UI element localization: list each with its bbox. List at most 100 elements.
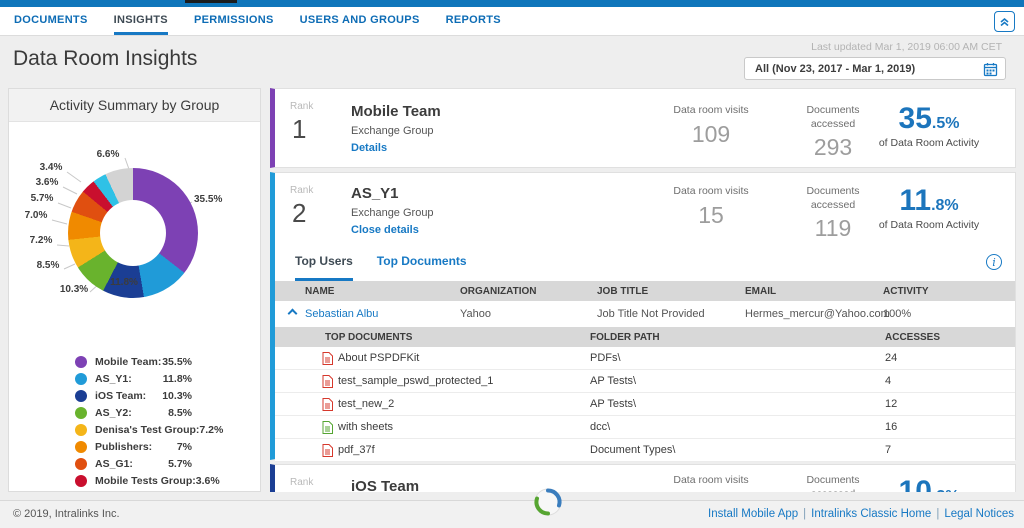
doc-accesses: 7 <box>885 444 1015 456</box>
doc-name[interactable]: test_sample_pswd_protected_1 <box>338 375 493 387</box>
user-email: Hermes_mercur@Yahoo.com <box>745 308 883 320</box>
doc-accesses: 24 <box>885 352 1015 364</box>
legend-item: T Group:3.4% <box>9 489 260 492</box>
legend-item: AS_Y2:8.5% <box>9 404 260 421</box>
collapse-panel-button[interactable] <box>994 11 1015 32</box>
last-updated-text: Last updated Mar 1, 2019 06:00 AM CET <box>811 41 1002 53</box>
doc-folder-path: AP Tests\ <box>590 375 885 387</box>
group-card-as-y1: Rank 2 AS_Y1 Exchange Group Close detail… <box>270 172 1016 460</box>
donut-hole <box>100 200 166 266</box>
footer-links: Install Mobile App|Intralinks Classic Ho… <box>708 501 1014 528</box>
doc-row: test_sample_pswd_protected_1 AP Tests\ 4 <box>275 370 1015 393</box>
activity-percent-caption: of Data Room Activity <box>869 219 989 231</box>
pdf-file-icon <box>322 398 333 411</box>
rank-label: Rank <box>290 477 313 488</box>
rank-number: 2 <box>292 198 306 229</box>
nav-tab-permissions[interactable]: PERMISSIONS <box>194 7 274 35</box>
legend-item: Publishers:7% <box>9 438 260 455</box>
activity-percent: 10.3% <box>869 475 989 492</box>
legend-swatch <box>75 424 87 436</box>
details-link[interactable]: Details <box>351 142 441 154</box>
footer-link-install-mobile-app[interactable]: Install Mobile App <box>708 508 798 520</box>
accessed-label: Documents accessed <box>785 104 881 131</box>
footer: © 2019, Intralinks Inc. Install Mobile A… <box>0 500 1024 528</box>
legend-item: AS_G1:5.7% <box>9 455 260 472</box>
doc-name[interactable]: with sheets <box>338 421 393 433</box>
info-icon[interactable]: i <box>986 254 1002 270</box>
nav-tab-reports[interactable]: REPORTS <box>446 7 501 35</box>
slice-label: 3.4% <box>33 162 69 173</box>
group-name: iOS Team <box>351 478 419 492</box>
tab-top-users[interactable]: Top Users <box>295 245 353 281</box>
doc-name[interactable]: pdf_37f <box>338 444 375 456</box>
close-details-link[interactable]: Close details <box>351 224 434 236</box>
slice-label: 35.5% <box>194 194 222 205</box>
legend-swatch <box>75 356 87 368</box>
slice-label: 8.5% <box>30 260 66 271</box>
nav-tab-documents[interactable]: DOCUMENTS <box>14 7 88 35</box>
user-activity: 100% <box>883 308 1015 320</box>
visits-label: Data room visits <box>663 104 759 118</box>
chart-legend: Mobile Team:35.5% AS_Y1:11.8% iOS Team:1… <box>9 353 260 492</box>
activity-summary-panel: Activity Summary by Group 35.5% 11.8% 10… <box>8 88 261 492</box>
doc-accesses: 16 <box>885 421 1015 433</box>
spreadsheet-file-icon <box>322 421 333 434</box>
group-name: Mobile Team <box>351 103 441 120</box>
page-header: Data Room Insights Last updated Mar 1, 2… <box>0 36 1024 88</box>
legend-item: Mobile Team:35.5% <box>9 353 260 370</box>
nav-tab-users-and-groups[interactable]: USERS AND GROUPS <box>300 7 420 35</box>
user-name-link[interactable]: Sebastian Albu <box>305 308 460 320</box>
legend-swatch <box>75 458 87 470</box>
rank-label: Rank <box>290 101 313 112</box>
date-range-select[interactable]: All (Nov 23, 2017 - Mar 1, 2019) <box>744 57 1006 80</box>
group-name: AS_Y1 <box>351 185 434 202</box>
group-type: Exchange Group <box>351 207 434 219</box>
nav-tab-insights[interactable]: INSIGHTS <box>114 7 168 35</box>
doc-accesses: 12 <box>885 398 1015 410</box>
user-row: Sebastian Albu Yahoo Job Title Not Provi… <box>275 301 1015 327</box>
doc-folder-path: Document Types\ <box>590 444 885 456</box>
slice-label: 6.6% <box>90 149 126 160</box>
top-bar-artifact <box>185 0 237 3</box>
collapse-row-icon[interactable] <box>288 309 298 319</box>
doc-name[interactable]: test_new_2 <box>338 398 394 410</box>
chevron-double-up-icon <box>998 15 1011 28</box>
user-organization: Yahoo <box>460 308 597 320</box>
footer-link-intralinks-classic-home[interactable]: Intralinks Classic Home <box>811 508 931 520</box>
doc-row: About PSPDFKit PDFs\ 24 <box>275 347 1015 370</box>
legend-item: iOS Team:10.3% <box>9 387 260 404</box>
legend-item: Mobile Tests Group:3.6% <box>9 472 260 489</box>
doc-row: test_new_2 AP Tests\ 12 <box>275 393 1015 416</box>
pdf-file-icon <box>322 444 333 457</box>
doc-folder-path: AP Tests\ <box>590 398 885 410</box>
doc-row: with sheets dcc\ 16 <box>275 416 1015 439</box>
rank-number: 1 <box>292 114 306 145</box>
accessed-label: Documents accessed <box>785 474 881 492</box>
legend-swatch <box>75 373 87 385</box>
docs-table-header: TOP DOCUMENTS FOLDER PATH ACCESSES <box>275 327 1015 347</box>
accessed-label: Documents accessed <box>785 185 881 212</box>
details-tabs: Top Users Top Documents i <box>275 245 1015 281</box>
group-card-mobile-team: Rank 1 Mobile Team Exchange Group Detail… <box>270 88 1016 168</box>
legend-swatch <box>75 475 87 487</box>
rank-label: Rank <box>290 185 313 196</box>
group-activity-donut-chart: 35.5% 11.8% 10.3% 8.5% 7.2% 7.0% 5.7% 3.… <box>9 122 260 338</box>
footer-link-legal-notices[interactable]: Legal Notices <box>944 508 1014 520</box>
activity-summary-title: Activity Summary by Group <box>9 89 260 122</box>
visits-label: Data room visits <box>663 185 759 199</box>
intralinks-logo <box>533 487 563 517</box>
slice-label: 10.3% <box>56 284 92 295</box>
legend-swatch <box>75 441 87 453</box>
main-nav: DOCUMENTS INSIGHTS PERMISSIONS USERS AND… <box>0 7 1024 36</box>
slice-label: 5.7% <box>24 193 60 204</box>
tab-top-documents[interactable]: Top Documents <box>377 245 467 281</box>
accessed-value: 293 <box>785 134 881 161</box>
visits-label: Data room visits <box>663 474 759 488</box>
copyright-text: © 2019, Intralinks Inc. <box>13 501 120 528</box>
slice-label: 3.6% <box>29 177 65 188</box>
legend-swatch <box>75 492 87 493</box>
visits-value: 15 <box>663 202 759 229</box>
calendar-icon <box>983 62 998 77</box>
slice-label: 7.2% <box>23 235 59 246</box>
doc-name[interactable]: About PSPDFKit <box>338 352 419 364</box>
